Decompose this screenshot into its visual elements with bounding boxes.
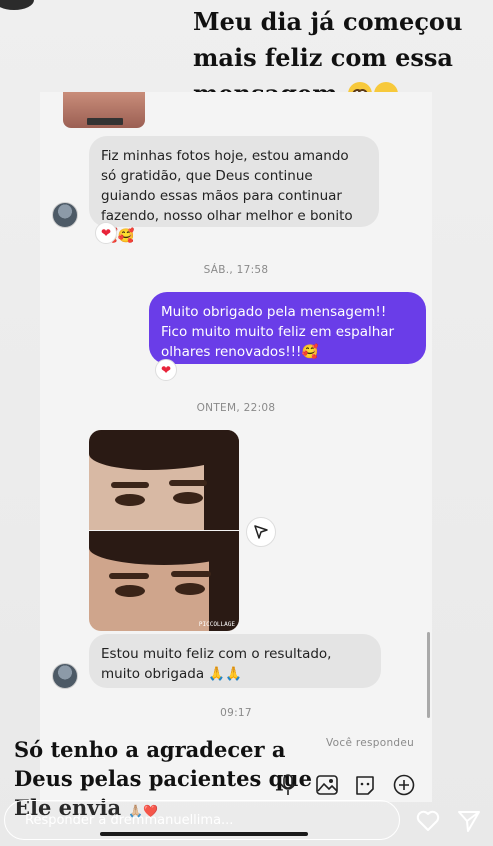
send-icon[interactable] [456, 808, 482, 834]
timestamp: 09:17 [220, 707, 252, 719]
gallery-icon[interactable] [315, 773, 339, 797]
timestamp: ONTEM, 22:08 [196, 402, 276, 414]
previous-photo-message[interactable] [63, 92, 145, 128]
story-frame: Meu dia já começou mais feliz com essa m… [0, 0, 493, 846]
outgoing-message-bubble[interactable]: Muito obrigado pela mensagem!! Fico muit… [149, 292, 426, 364]
eye [175, 583, 205, 595]
replied-status: Você respondeu [326, 737, 415, 749]
eyebrow [169, 480, 207, 486]
incoming-message-bubble[interactable]: Estou muito feliz com o resultado, muito… [89, 634, 381, 688]
composer-toolbar [276, 770, 416, 800]
eyebrow [109, 573, 149, 579]
photo-watermark: PICCOLLAGE [198, 621, 235, 628]
incoming-message-bubble[interactable]: Fiz minhas fotos hoje, estou amando só g… [89, 136, 379, 244]
timestamp: SÁB., 17:58 [203, 264, 269, 276]
message-text: Muito obrigado pela mensagem!! Fico muit… [161, 304, 395, 360]
reaction-glyph: ❤ [160, 363, 172, 377]
reply-placeholder: Responder a dremmanuellima... [25, 813, 234, 828]
message-text: Estou muito feliz com o resultado, muito… [101, 646, 332, 682]
eye [173, 492, 203, 504]
sender-avatar[interactable] [52, 202, 78, 228]
eye [115, 585, 145, 597]
heart-reaction-icon[interactable]: ❤ [155, 359, 177, 381]
eye [115, 494, 145, 506]
heart-icon[interactable] [415, 808, 441, 834]
scrollbar[interactable] [427, 632, 430, 718]
story-avatar-fragment [0, 0, 34, 10]
hair [209, 531, 239, 631]
reaction-glyph: ❤ [100, 226, 112, 240]
sticker-icon[interactable] [353, 773, 377, 797]
home-indicator [100, 832, 308, 836]
eyebrow [111, 482, 149, 488]
plus-icon[interactable] [392, 773, 416, 797]
hair [204, 430, 239, 530]
after-photo[interactable]: PICCOLLAGE [89, 531, 239, 631]
sender-avatar[interactable] [52, 663, 78, 689]
microphone-icon[interactable] [276, 773, 300, 797]
photo-caption-strip [87, 118, 123, 125]
share-photo-button[interactable] [246, 517, 276, 547]
before-photo[interactable] [89, 430, 239, 530]
send-icon [254, 525, 268, 539]
eyebrow [171, 571, 211, 577]
heart-reaction-icon[interactable]: ❤ [95, 222, 117, 244]
